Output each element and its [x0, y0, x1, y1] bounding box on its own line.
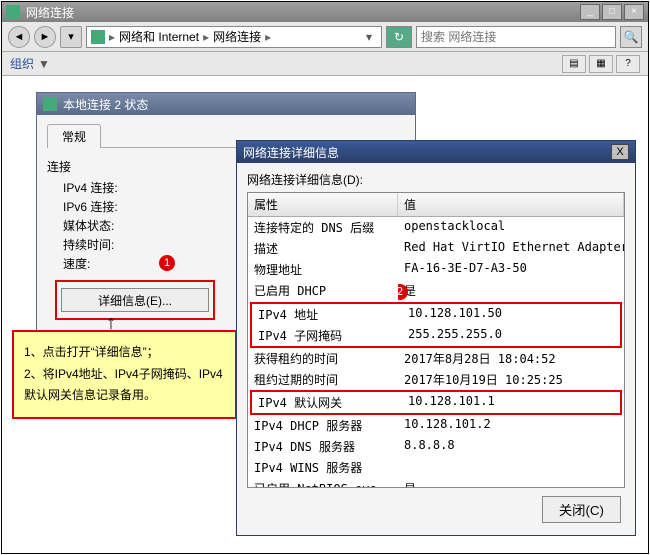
label-speed: 速度:: [63, 255, 153, 272]
chevron-icon: ▸: [109, 30, 115, 44]
cell-value: 8.8.8.8: [398, 437, 624, 456]
table-row[interactable]: 连接特定的 DNS 后缀openstacklocal: [248, 217, 624, 238]
cell-value: FA-16-3E-D7-A3-50: [398, 260, 624, 279]
cell-property: 租约过期的时间: [248, 370, 398, 389]
label-duration: 持续时间:: [63, 236, 153, 253]
status-title: 本地连接 2 状态: [63, 96, 409, 113]
table-row[interactable]: 已启用 NetBIOS ove...是: [248, 478, 624, 488]
tab-general[interactable]: 常规: [47, 124, 101, 148]
details-close-x[interactable]: X: [611, 144, 629, 160]
forward-button[interactable]: ►: [34, 26, 56, 48]
col-value[interactable]: 值: [398, 193, 624, 216]
breadcrumb-seg2[interactable]: 网络连接: [213, 28, 261, 45]
connection-icon: [43, 97, 57, 111]
organize-bar: 组织 ▼ ▤ ▦ ?: [2, 52, 648, 76]
cell-value: 2017年8月28日 18:04:52: [398, 349, 624, 368]
table-row[interactable]: 租约过期的时间2017年10月19日 10:25:25: [248, 369, 624, 390]
label-ipv6-conn: IPv6 连接:: [63, 198, 153, 215]
search-input[interactable]: [421, 30, 611, 44]
listview-header: 属性 值: [248, 193, 624, 217]
details-list-label: 网络连接详细信息(D):: [247, 171, 625, 188]
search-input-wrap[interactable]: [416, 26, 616, 48]
tooltip-line2: 2、将IPv4地址、IPv4子网掩码、IPv4默认网关信息记录备用。: [24, 364, 225, 407]
cell-value: openstacklocal: [398, 218, 624, 237]
cell-property: 获得租约的时间: [248, 349, 398, 368]
view-mode-1[interactable]: ▤: [562, 55, 586, 73]
details-title: 网络连接详细信息: [243, 144, 611, 161]
table-row[interactable]: 描述Red Hat VirtIO Ethernet Adapter: [248, 238, 624, 259]
annotation-tooltip: 1、点击打开“详细信息”； 2、将IPv4地址、IPv4子网掩码、IPv4默认网…: [12, 330, 237, 419]
cell-value: 255.255.255.0: [402, 326, 620, 345]
cell-value: [398, 458, 624, 477]
main-titlebar[interactable]: 网络连接 _ □ ×: [2, 2, 648, 22]
tooltip-line1: 1、点击打开“详细信息”；: [24, 342, 225, 364]
refresh-button[interactable]: ↻: [386, 26, 412, 48]
label-media: 媒体状态:: [63, 217, 153, 234]
table-row[interactable]: 获得租约的时间2017年8月28日 18:04:52: [248, 348, 624, 369]
annotation-badge-1: 1: [159, 255, 175, 271]
cell-property: 物理地址: [248, 260, 398, 279]
annotation-highlight-3: IPv4 默认网关10.128.101.1: [250, 390, 622, 415]
cell-property: 描述: [248, 239, 398, 258]
table-row[interactable]: IPv4 DHCP 服务器10.128.101.2: [248, 415, 624, 436]
breadcrumb[interactable]: ▸ 网络和 Internet ▸ 网络连接 ▸ ▾: [86, 26, 382, 48]
status-titlebar[interactable]: 本地连接 2 状态: [37, 93, 415, 115]
cell-property: 连接特定的 DNS 后缀: [248, 218, 398, 237]
breadcrumb-seg1[interactable]: 网络和 Internet: [119, 28, 199, 45]
table-row[interactable]: IPv4 子网掩码255.255.255.0: [252, 325, 620, 346]
annotation-highlight-1: 详细信息(E)...: [55, 280, 215, 320]
chevron-icon: ▸: [203, 30, 209, 44]
window-title: 网络连接: [26, 4, 580, 21]
table-row[interactable]: 已启用 DHCP是2: [248, 280, 624, 302]
history-dropdown[interactable]: ▾: [60, 26, 82, 48]
cell-value: 10.128.101.2: [398, 416, 624, 435]
minimize-button[interactable]: _: [580, 4, 600, 20]
annotation-badge-2: 2: [398, 284, 408, 300]
help-button[interactable]: ?: [616, 55, 640, 73]
connection-details-dialog: 网络连接详细信息 X 网络连接详细信息(D): 属性 值 连接特定的 DNS 后…: [236, 140, 636, 536]
details-titlebar[interactable]: 网络连接详细信息 X: [237, 141, 635, 163]
cell-value: 2017年10月19日 10:25:25: [398, 370, 624, 389]
cell-value: 是: [398, 479, 624, 488]
table-row[interactable]: IPv4 WINS 服务器: [248, 457, 624, 478]
cell-property: IPv4 地址: [252, 305, 402, 324]
details-listview[interactable]: 属性 值 连接特定的 DNS 后缀openstacklocal描述Red Hat…: [247, 192, 625, 488]
col-property[interactable]: 属性: [248, 193, 398, 216]
close-button[interactable]: ×: [624, 4, 644, 20]
details-button[interactable]: 详细信息(E)...: [61, 288, 209, 312]
breadcrumb-icon: [91, 30, 105, 44]
search-button[interactable]: 🔍: [620, 26, 642, 48]
table-row[interactable]: IPv4 DNS 服务器8.8.8.8: [248, 436, 624, 457]
cell-value: Red Hat VirtIO Ethernet Adapter: [398, 239, 624, 258]
cell-property: IPv4 DNS 服务器: [248, 437, 398, 456]
cell-value: 10.128.101.50: [402, 305, 620, 324]
maximize-button[interactable]: □: [602, 4, 622, 20]
details-close-button[interactable]: 关闭(C): [542, 496, 621, 523]
cell-property: IPv4 WINS 服务器: [248, 458, 398, 477]
cell-property: IPv4 子网掩码: [252, 326, 402, 345]
table-row[interactable]: IPv4 默认网关10.128.101.1: [252, 392, 620, 413]
cell-value: 是2: [398, 281, 624, 301]
organize-dropdown[interactable]: ▼: [38, 57, 50, 71]
cell-property: 已启用 NetBIOS ove...: [248, 479, 398, 488]
organize-button[interactable]: 组织: [10, 55, 34, 72]
app-icon: [6, 5, 20, 19]
label-ipv4-conn: IPv4 连接:: [63, 179, 153, 196]
view-mode-2[interactable]: ▦: [589, 55, 613, 73]
back-button[interactable]: ◄: [8, 26, 30, 48]
cell-property: IPv4 DHCP 服务器: [248, 416, 398, 435]
cell-property: IPv4 默认网关: [252, 393, 402, 412]
toolbar: ◄ ► ▾ ▸ 网络和 Internet ▸ 网络连接 ▸ ▾ ↻ 🔍: [2, 22, 648, 52]
chevron-icon: ▸: [265, 30, 271, 44]
table-row[interactable]: 物理地址FA-16-3E-D7-A3-50: [248, 259, 624, 280]
breadcrumb-dropdown[interactable]: ▾: [361, 30, 377, 44]
table-row[interactable]: IPv4 地址10.128.101.50: [252, 304, 620, 325]
cell-property: 已启用 DHCP: [248, 281, 398, 301]
annotation-highlight-2: IPv4 地址10.128.101.50IPv4 子网掩码255.255.255…: [250, 302, 622, 348]
cell-value: 10.128.101.1: [402, 393, 620, 412]
